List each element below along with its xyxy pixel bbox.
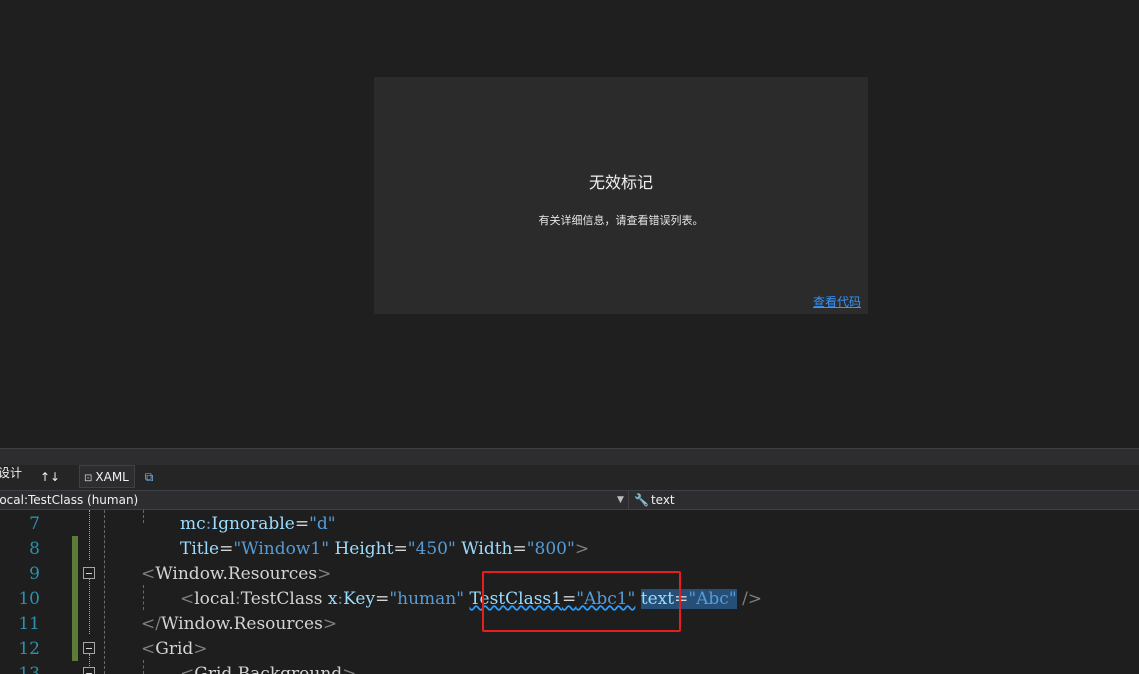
code-line: 8 Title="Window1" Height="450" Width="80… <box>0 536 1139 561</box>
change-marker <box>72 636 78 661</box>
chevron-down-icon[interactable]: ▼ <box>617 491 624 509</box>
code-text: <Grid.Background> <box>180 664 357 674</box>
change-marker <box>72 561 78 586</box>
navbar-divider <box>628 491 629 509</box>
xaml-icon: ⊡ <box>84 473 93 484</box>
collapse-icon[interactable] <box>83 642 95 654</box>
line-number: 8 <box>29 539 40 559</box>
member-selector-dropdown[interactable]: 🔧 text <box>634 491 675 509</box>
pane-splitter[interactable] <box>0 448 1139 466</box>
swap-panes-icon[interactable]: ↑↓ <box>40 465 60 490</box>
element-selector-dropdown[interactable]: local:TestClass (human) <box>0 491 626 509</box>
change-marker <box>72 536 78 561</box>
code-text: <Window.Resources> <box>141 564 332 584</box>
code-text: mc:Ignorable="d" <box>180 514 336 534</box>
code-line: 7 mc:Ignorable="d" <box>0 511 1139 536</box>
line-number: 9 <box>29 564 40 584</box>
popout-xaml-icon[interactable]: ⧉ <box>142 465 156 490</box>
wrench-icon: 🔧 <box>634 493 649 507</box>
view-code-link[interactable]: 查看代码 <box>813 293 861 310</box>
tab-design[interactable]: 设计 <box>0 461 22 486</box>
line-number: 13 <box>18 664 40 674</box>
code-line: 13 <Grid.Background> <box>0 661 1139 674</box>
code-text: Title="Window1" Height="450" Width="800"… <box>180 539 590 559</box>
error-subtitle: 有关详细信息，请查看错误列表。 <box>538 214 704 227</box>
code-line: 12 <Grid> <box>0 636 1139 661</box>
view-tabbar: 设计 ↑↓ ⊡ XAML ⧉ <box>0 465 1139 490</box>
tab-xaml[interactable]: ⊡ XAML <box>79 465 135 488</box>
code-text: <Grid> <box>141 639 208 659</box>
line-number: 7 <box>29 514 40 534</box>
line-number: 11 <box>18 614 40 634</box>
collapse-icon[interactable] <box>83 567 95 579</box>
line-number: 12 <box>18 639 40 659</box>
navigation-bar: local:TestClass (human) ▼ 🔧 text <box>0 490 1139 510</box>
designer-surface: 无效标记 有关详细信息，请查看错误列表。 查看代码 <box>0 0 1139 448</box>
change-marker <box>72 611 78 636</box>
member-selector-label: text <box>650 493 675 507</box>
change-marker <box>72 586 78 611</box>
tab-xaml-label: XAML <box>95 470 129 484</box>
error-highlight-box <box>482 571 681 632</box>
invalid-markup-panel: 无效标记 有关详细信息，请查看错误列表。 查看代码 <box>374 77 868 314</box>
code-text: </Window.Resources> <box>141 614 338 634</box>
error-title: 无效标记 <box>588 173 653 192</box>
collapse-icon[interactable] <box>83 667 95 674</box>
line-number: 10 <box>18 589 40 609</box>
